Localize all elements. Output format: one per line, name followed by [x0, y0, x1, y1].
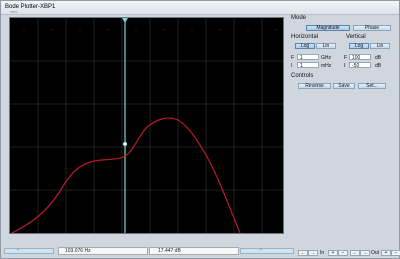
- out-plus-button[interactable]: +: [381, 250, 391, 256]
- grid-dot: [163, 29, 165, 31]
- horizontal-i-value: 1: [300, 63, 303, 69]
- readout-scroll[interactable]: [4, 248, 54, 254]
- in-label: In: [320, 250, 325, 256]
- horizontal-i-field[interactable]: 1: [297, 62, 319, 69]
- grid-dot: [23, 29, 25, 31]
- magnitude-curve: [10, 117, 241, 233]
- horizontal-log-button[interactable]: Log: [295, 43, 315, 49]
- set-button[interactable]: Set...: [358, 83, 386, 89]
- horizontal-f-field[interactable]: 1: [297, 54, 319, 61]
- vertical-i-label: I: [344, 63, 346, 69]
- grid-lines: [10, 18, 283, 233]
- in-right-arrow-button[interactable]: →: [308, 250, 318, 256]
- mode-label: Mode: [291, 15, 307, 21]
- grid-dot: [275, 29, 277, 31]
- vertical-f-unit: dB: [375, 55, 382, 61]
- reverse-button[interactable]: Reverse: [298, 83, 331, 89]
- vertical-f-field[interactable]: 100: [349, 54, 371, 61]
- vertical-i-field[interactable]: -50: [349, 62, 371, 69]
- vertical-f-label: F: [344, 55, 348, 61]
- grid-dot: [247, 29, 249, 31]
- in-minus-button[interactable]: −: [338, 250, 348, 256]
- horizontal-i-label: I: [291, 63, 293, 69]
- out-left-arrow-button[interactable]: ←: [350, 250, 360, 256]
- readout-bar: ← 103.076 Hz 17.447 dB →: [4, 246, 294, 255]
- vertical-lin-button[interactable]: Lin: [370, 43, 390, 49]
- in-left-arrow-button[interactable]: ←: [298, 250, 308, 256]
- gain-readout: 17.447 dB: [158, 247, 181, 254]
- grid-dot: [219, 29, 221, 31]
- save-button[interactable]: Save: [333, 83, 355, 89]
- grid-dot: [135, 29, 137, 31]
- grid-dot: [191, 29, 193, 31]
- vertical-i-unit: dB: [375, 63, 382, 69]
- horizontal-label: Horizontal: [291, 34, 319, 40]
- out-minus-button[interactable]: −: [391, 250, 400, 256]
- horizontal-f-label: F: [291, 55, 295, 61]
- bode-plotter-window: Bode Plotter-XBP1 XBP1 ← 103.076 Hz 17.4…: [0, 0, 400, 259]
- out-right-arrow-button[interactable]: →: [360, 250, 370, 256]
- horizontal-f-unit: GHz: [321, 55, 331, 61]
- in-plus-button[interactable]: +: [328, 250, 338, 256]
- cursor-top-marker[interactable]: [122, 18, 128, 23]
- magnitude-button[interactable]: Magnitude: [306, 25, 350, 31]
- horizontal-f-value: 1: [300, 55, 303, 61]
- out-label: Out: [371, 250, 380, 256]
- grid-dot: [79, 29, 81, 31]
- readout-scroll-right[interactable]: [240, 248, 294, 254]
- vertical-f-value: 100: [352, 55, 361, 61]
- vertical-i-value: -50: [352, 63, 360, 69]
- plot-area[interactable]: [9, 17, 284, 234]
- horizontal-lin-button[interactable]: Lin: [316, 43, 336, 49]
- grid-dot: [107, 29, 109, 31]
- bode-plot-svg: [10, 18, 283, 233]
- cursor-left-arrow[interactable]: ←: [16, 246, 21, 252]
- control-panel: Mode Magnitude Phase Horizontal Vertical…: [288, 15, 396, 111]
- window-subtitle: XBP1: [10, 10, 18, 14]
- phase-button[interactable]: Phase: [353, 25, 391, 31]
- horizontal-i-unit: mHz: [321, 63, 332, 69]
- controls-label: Controls: [291, 73, 314, 79]
- frequency-readout: 103.076 Hz: [65, 247, 91, 254]
- vertical-label: Vertical: [346, 34, 366, 40]
- cursor-right-arrow[interactable]: →: [258, 246, 263, 252]
- grid-dot: [51, 29, 53, 31]
- cursor-point[interactable]: [122, 141, 128, 147]
- vertical-log-button[interactable]: Log: [349, 43, 369, 49]
- title-bar[interactable]: Bode Plotter-XBP1 XBP1: [1, 1, 399, 15]
- bottom-controls: ← → In + − ← → Out + −: [298, 250, 400, 258]
